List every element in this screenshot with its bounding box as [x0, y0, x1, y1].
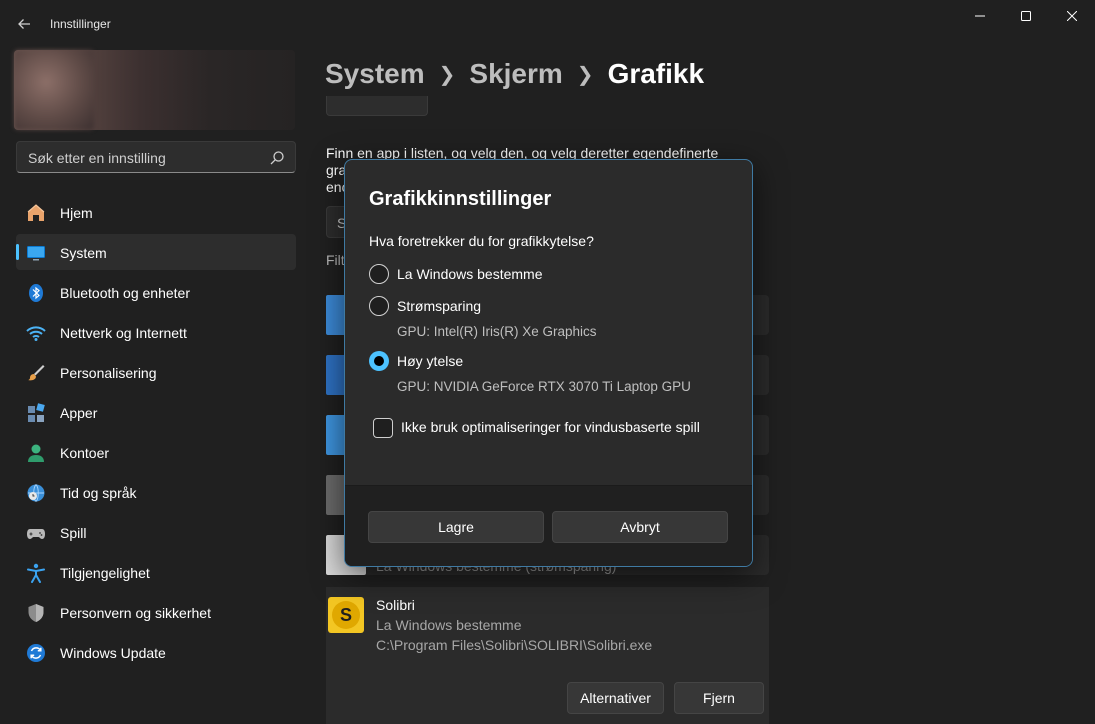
close-icon: [1067, 11, 1077, 21]
save-button[interactable]: Lagre: [368, 511, 544, 543]
app-path: C:\Program Files\Solibri\SOLIBRI\Solibri…: [376, 637, 653, 653]
brush-icon: [26, 363, 46, 383]
radio-label: La Windows bestemme: [397, 266, 543, 282]
gpu-name: GPU: Intel(R) Iris(R) Xe Graphics: [397, 324, 597, 339]
gpu-name: GPU: NVIDIA GeForce RTX 3070 Ti Laptop G…: [397, 379, 691, 394]
cancel-button[interactable]: Avbryt: [552, 511, 728, 543]
sidebar-item-accessibility[interactable]: Tilgjengelighet: [16, 554, 296, 590]
sidebar-item-label: Kontoer: [60, 445, 110, 461]
maximize-icon: [1021, 11, 1031, 21]
search-input[interactable]: Søk etter en innstilling: [28, 150, 166, 166]
radio-button-selected[interactable]: [369, 351, 389, 371]
gamepad-icon: [26, 523, 46, 543]
update-icon: [26, 643, 46, 663]
sidebar-item-label: Apper: [60, 405, 98, 421]
back-arrow-icon: [18, 19, 30, 29]
breadcrumb-system[interactable]: System: [325, 58, 425, 90]
dialog-footer: Lagre Avbryt: [345, 485, 752, 566]
graphics-settings-dialog: Grafikkinnstillinger Hva foretrekker du …: [344, 159, 753, 567]
chevron-right-icon: ❯: [438, 63, 456, 86]
home-icon: [26, 203, 46, 223]
sidebar-item-gaming[interactable]: Spill: [16, 514, 296, 550]
globe-clock-icon: [26, 483, 46, 503]
person-icon: [26, 443, 46, 463]
sidebar-item-label: Windows Update: [60, 645, 166, 661]
sidebar-item-time-language[interactable]: Tid og språk: [16, 474, 296, 510]
filter-label: Filt: [326, 252, 345, 268]
sidebar-item-label: Tilgjengelighet: [60, 565, 150, 581]
radio-button[interactable]: [369, 264, 389, 284]
search-icon[interactable]: [269, 150, 285, 166]
sidebar-item-accounts[interactable]: Kontoer: [16, 434, 296, 470]
back-button[interactable]: [10, 10, 38, 38]
solibri-app-icon: S: [328, 597, 364, 633]
breadcrumb-display[interactable]: Skjerm: [469, 58, 562, 90]
display-icon: [26, 243, 46, 263]
sidebar-item-network[interactable]: Nettverk og Internett: [16, 314, 296, 350]
breadcrumb: System ❯ Skjerm ❯ Grafikk: [325, 58, 704, 90]
sidebar-item-windows-update[interactable]: Windows Update: [16, 634, 296, 670]
wifi-icon: [26, 323, 46, 343]
sidebar-item-label: System: [60, 245, 107, 261]
apps-icon: [26, 403, 46, 423]
sidebar-item-label: Nettverk og Internett: [60, 325, 187, 341]
radio-button[interactable]: [369, 296, 389, 316]
checkbox[interactable]: [373, 418, 393, 438]
sidebar-item-personalization[interactable]: Personalisering: [16, 354, 296, 390]
accessibility-icon: [26, 563, 46, 583]
options-button[interactable]: Alternativer: [567, 682, 664, 714]
app-name: Solibri: [376, 597, 415, 613]
page-title: Grafikk: [607, 58, 705, 89]
user-profile-card[interactable]: [14, 50, 295, 130]
radio-label: Strømsparing: [397, 298, 482, 314]
sidebar-item-label: Personvern og sikkerhet: [60, 605, 211, 621]
minimize-button[interactable]: [957, 0, 1003, 32]
close-button[interactable]: [1049, 0, 1095, 32]
sidebar-item-apps[interactable]: Apper: [16, 394, 296, 430]
dialog-question: Hva foretrekker du for grafikkytelse?: [369, 233, 594, 249]
chevron-right-icon: ❯: [576, 63, 594, 86]
minimize-icon: [975, 15, 985, 17]
sidebar-item-privacy[interactable]: Personvern og sikkerhet: [16, 594, 296, 630]
title-bar: Innstillinger: [0, 0, 1095, 48]
shield-icon: [26, 603, 46, 623]
radio-label: Høy ytelse: [397, 353, 464, 369]
sidebar-item-label: Tid og språk: [60, 485, 137, 501]
settings-search-box[interactable]: Søk etter en innstilling: [16, 141, 296, 173]
window-title: Innstillinger: [50, 17, 111, 31]
app-list-item-solibri[interactable]: S Solibri La Windows bestemme C:\Program…: [326, 587, 769, 724]
bluetooth-icon: [26, 283, 46, 303]
maximize-button[interactable]: [1003, 0, 1049, 32]
sidebar-item-label: Spill: [60, 525, 87, 541]
solibri-logo-letter: S: [332, 601, 360, 629]
sidebar-item-label: Bluetooth og enheter: [60, 285, 190, 301]
remove-button[interactable]: Fjern: [674, 682, 764, 714]
dialog-title: Grafikkinnstillinger: [369, 188, 552, 210]
sidebar-item-bluetooth[interactable]: Bluetooth og enheter: [16, 274, 296, 310]
app-gpu-preference: La Windows bestemme: [376, 617, 522, 633]
sidebar-item-hjem[interactable]: Hjem: [16, 194, 296, 230]
sidebar-nav: Hjem System Bluetooth og enheter Nettver…: [16, 194, 296, 674]
sidebar-item-label: Personalisering: [60, 365, 157, 381]
sidebar-item-label: Hjem: [60, 205, 93, 221]
sidebar-item-system[interactable]: System: [16, 234, 296, 270]
browse-button[interactable]: [326, 96, 428, 116]
checkbox-label: Ikke bruk optimaliseringer for vindusbas…: [401, 419, 700, 435]
